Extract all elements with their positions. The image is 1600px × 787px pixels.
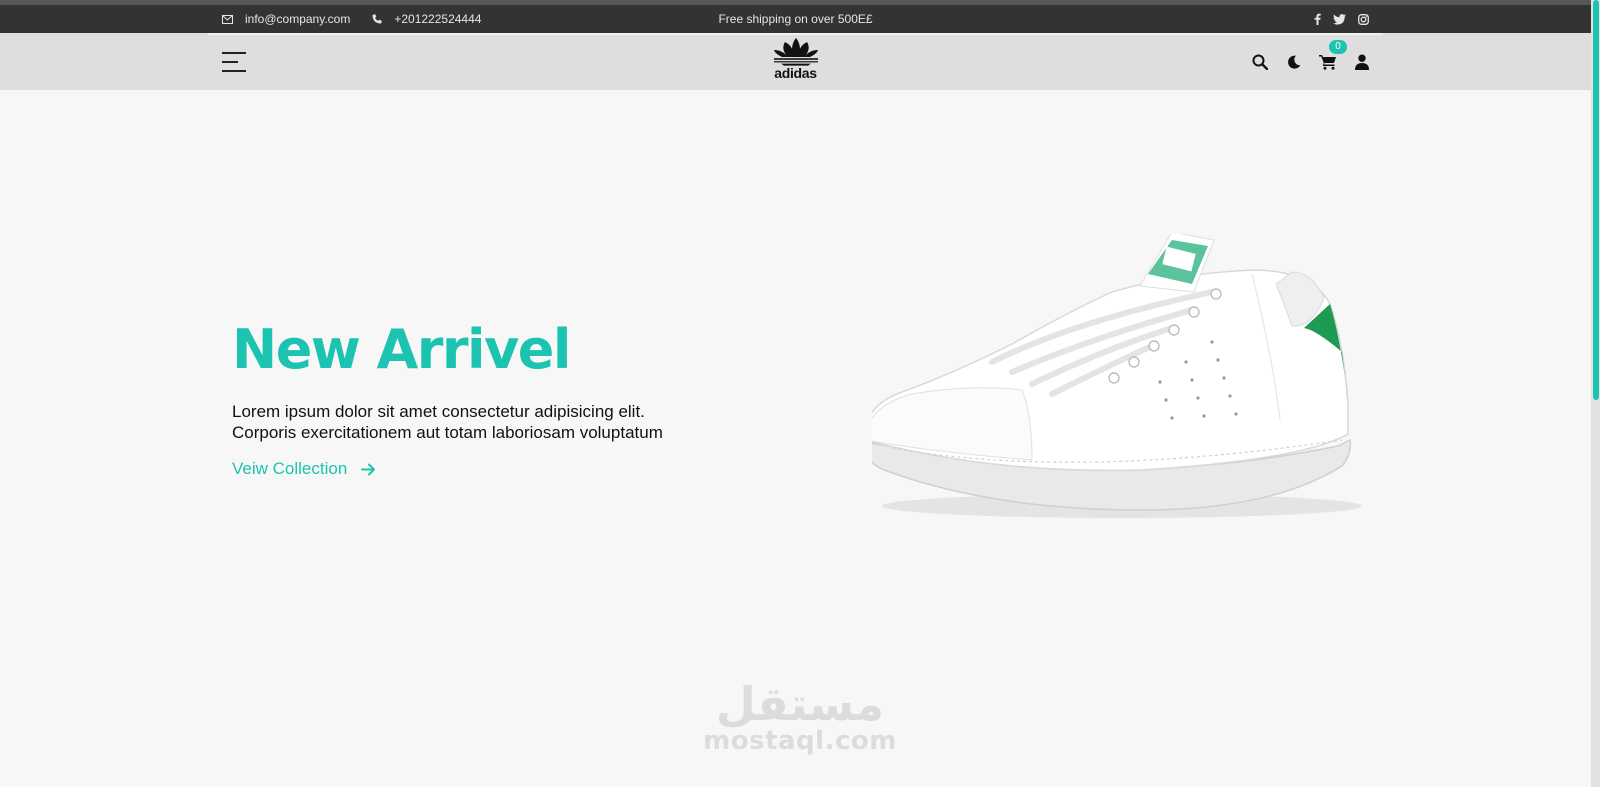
user-icon[interactable]	[1353, 53, 1371, 71]
twitter-icon[interactable]	[1333, 13, 1346, 25]
trefoil-icon	[773, 38, 818, 66]
nav-actions: 0	[1251, 39, 1383, 71]
brand-wordmark: adidas	[774, 65, 817, 81]
view-collection-link[interactable]: Veiw Collection	[232, 459, 376, 479]
view-collection-label: Veiw Collection	[232, 459, 348, 479]
hero-section: New Arrivel Lorem ipsum dolor sit amet c…	[232, 320, 672, 479]
contact-info: info@company.com +201222524444	[208, 12, 481, 26]
phone-icon	[372, 14, 382, 24]
moon-icon[interactable]	[1285, 53, 1303, 71]
facebook-icon[interactable]	[1314, 13, 1321, 25]
page-scrollbar[interactable]	[1591, 0, 1600, 787]
mostaql-watermark: مستقل mostaql.com	[700, 677, 900, 756]
watermark-arabic: مستقل	[715, 677, 885, 731]
instagram-icon[interactable]	[1358, 13, 1369, 25]
arrow-right-icon	[361, 463, 376, 476]
main-navbar: adidas 0	[0, 33, 1591, 90]
shipping-notice: Free shipping on over 500E£	[718, 12, 873, 26]
mail-icon	[222, 14, 233, 24]
watermark-latin: mostaql.com	[703, 726, 897, 756]
social-links	[1314, 13, 1383, 25]
hero-title: New Arrivel	[232, 318, 571, 381]
hero-description: Lorem ipsum dolor sit amet consectetur a…	[232, 402, 663, 443]
top-info-bar: info@company.com +201222524444 Free ship…	[0, 5, 1591, 33]
email-link[interactable]: info@company.com	[245, 12, 350, 26]
scrollbar-thumb[interactable]	[1593, 0, 1599, 400]
cart-icon[interactable]: 0	[1319, 39, 1347, 71]
search-icon[interactable]	[1251, 53, 1269, 71]
sneaker-image	[872, 234, 1362, 518]
brand-logo[interactable]: adidas	[772, 37, 820, 81]
cart-count-badge: 0	[1329, 39, 1347, 54]
menu-icon[interactable]	[222, 51, 248, 72]
phone-link[interactable]: +201222524444	[394, 12, 481, 26]
